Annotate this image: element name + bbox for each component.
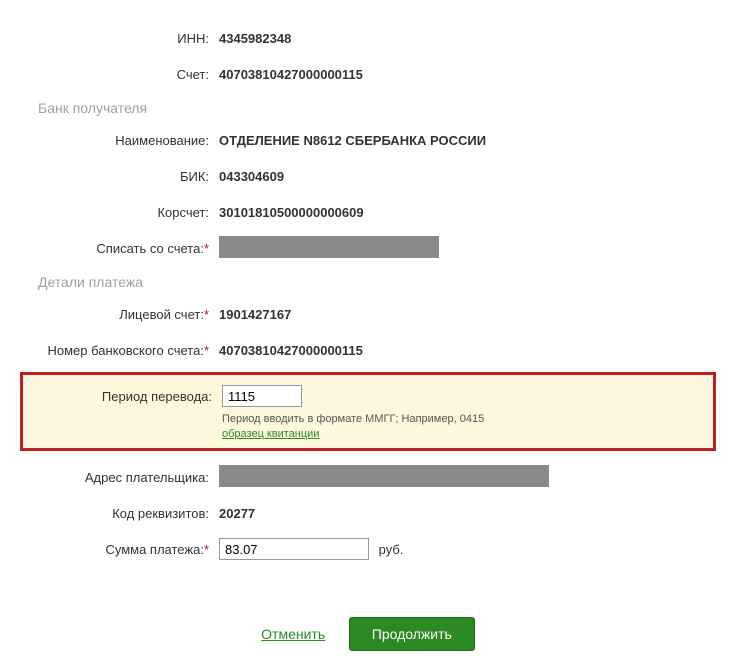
payment-form: ИНН: 4345982348 Счет: 407038104270000001… bbox=[0, 20, 736, 651]
bank-name-row: Наименование: ОТДЕЛЕНИЕ N8612 СБЕРБАНКА … bbox=[0, 122, 736, 158]
amount-value-col: руб. bbox=[215, 538, 736, 560]
debit-account-value[interactable] bbox=[215, 236, 736, 261]
debit-account-row: Списать со счета:* bbox=[0, 230, 736, 266]
personal-account-label-text: Лицевой счет: bbox=[119, 307, 204, 322]
required-asterisk: * bbox=[204, 241, 209, 256]
amount-label-text: Сумма платежа: bbox=[105, 542, 203, 557]
amount-label: Сумма платежа:* bbox=[0, 542, 215, 557]
corr-account-label: Корсчет: bbox=[0, 205, 215, 220]
personal-account-label: Лицевой счет:* bbox=[0, 307, 215, 322]
personal-account-value: 1901427167 bbox=[215, 307, 736, 322]
account-label: Счет: bbox=[0, 67, 215, 82]
bik-label: БИК: bbox=[0, 169, 215, 184]
corr-account-value: 30101810500000000609 bbox=[215, 205, 736, 220]
continue-button[interactable]: Продолжить bbox=[349, 617, 475, 651]
sample-receipt-link[interactable]: образец квитанции bbox=[23, 428, 319, 440]
bank-name-value: ОТДЕЛЕНИЕ N8612 СБЕРБАНКА РОССИИ bbox=[215, 133, 736, 148]
required-asterisk: * bbox=[204, 343, 209, 358]
corr-account-row: Корсчет: 30101810500000000609 bbox=[0, 194, 736, 230]
amount-unit: руб. bbox=[379, 542, 404, 557]
account-row: Счет: 40703810427000000115 bbox=[0, 56, 736, 92]
amount-input[interactable] bbox=[219, 538, 369, 560]
inn-row: ИНН: 4345982348 bbox=[0, 20, 736, 56]
bank-account-num-label: Номер банковского счета:* bbox=[0, 343, 215, 358]
bank-account-num-label-text: Номер банковского счета: bbox=[47, 343, 203, 358]
req-code-row: Код реквизитов: 20277 bbox=[0, 495, 736, 531]
period-label: Период перевода: bbox=[23, 389, 218, 404]
section-bank: Банк получателя bbox=[0, 92, 736, 122]
personal-account-row: Лицевой счет:* 1901427167 bbox=[0, 296, 736, 332]
required-asterisk: * bbox=[204, 307, 209, 322]
req-code-value: 20277 bbox=[215, 506, 736, 521]
bank-account-num-value: 40703810427000000115 bbox=[215, 343, 736, 358]
button-row: Отменить Продолжить bbox=[0, 617, 736, 651]
period-input[interactable] bbox=[222, 385, 302, 407]
debit-account-label-text: Списать со счета: bbox=[96, 241, 204, 256]
payer-address-value[interactable] bbox=[215, 465, 736, 490]
inn-value: 4345982348 bbox=[215, 31, 736, 46]
bik-row: БИК: 043304609 bbox=[0, 158, 736, 194]
section-details: Детали платежа bbox=[0, 266, 736, 296]
payer-address-label: Адрес плательщика: bbox=[0, 470, 215, 485]
bank-account-num-row: Номер банковского счета:* 40703810427000… bbox=[0, 332, 736, 368]
inn-label: ИНН: bbox=[0, 31, 215, 46]
debit-account-label: Списать со счета:* bbox=[0, 241, 215, 256]
cancel-button[interactable]: Отменить bbox=[261, 626, 325, 642]
bank-name-label: Наименование: bbox=[0, 133, 215, 148]
req-code-label: Код реквизитов: bbox=[0, 506, 215, 521]
required-asterisk: * bbox=[204, 542, 209, 557]
amount-row: Сумма платежа:* руб. bbox=[0, 531, 736, 567]
bik-value: 043304609 bbox=[215, 169, 736, 184]
debit-account-select[interactable] bbox=[219, 236, 439, 258]
period-highlight: Период перевода: Период вводить в формат… bbox=[20, 372, 716, 451]
payer-address-input[interactable] bbox=[219, 465, 549, 487]
account-value: 40703810427000000115 bbox=[215, 67, 736, 82]
period-hint: Период вводить в формате ММГГ; Например,… bbox=[23, 413, 713, 425]
payer-address-row: Адрес плательщика: bbox=[0, 459, 736, 495]
period-row: Период перевода: bbox=[23, 381, 713, 411]
period-value-col bbox=[218, 385, 713, 407]
